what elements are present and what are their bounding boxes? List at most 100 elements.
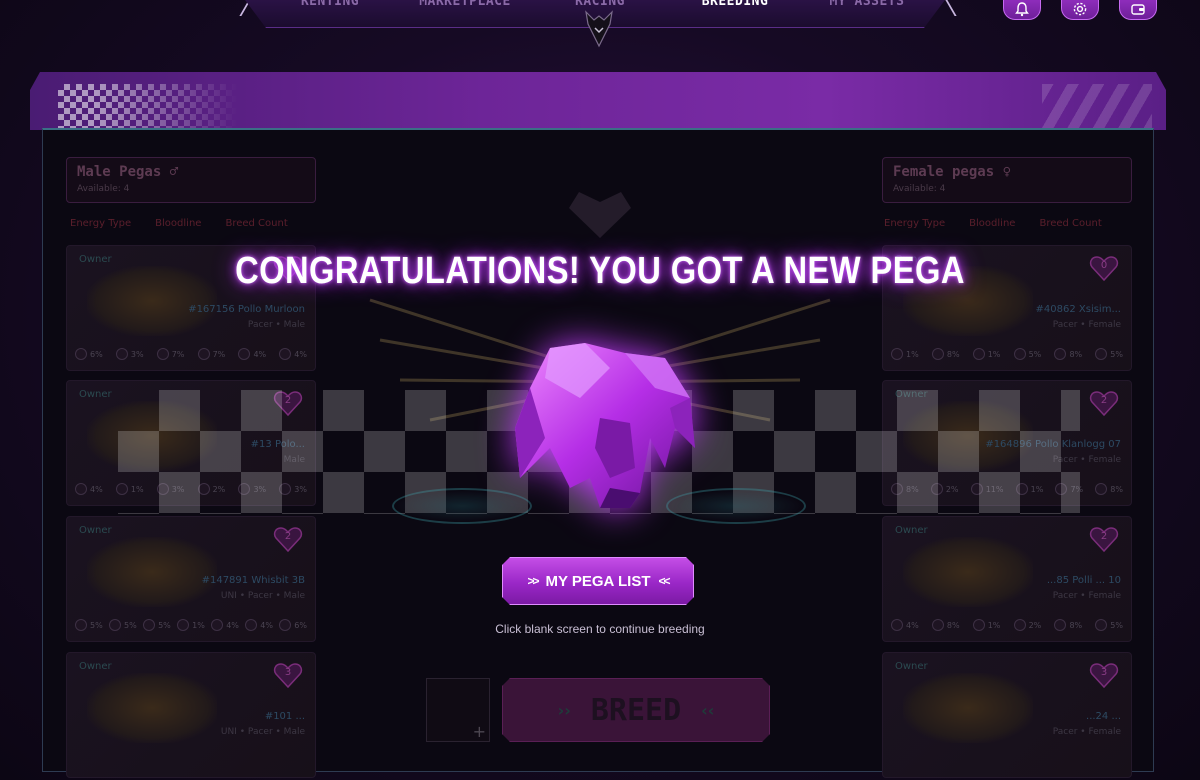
stat-value: 6% xyxy=(90,349,103,359)
male-pega-card[interactable]: Owner #101 ... UNI • Pacer • Male 3 xyxy=(66,652,316,778)
stat-item: 8% xyxy=(931,348,960,360)
stat-item: 5% xyxy=(1095,348,1123,360)
male-available-count: Available: 4 xyxy=(77,184,130,194)
pega-name: ...24 ... xyxy=(1086,711,1121,722)
breed-item-slot[interactable]: + xyxy=(426,678,490,742)
double-chevron-left-icon: ‹‹ xyxy=(701,700,715,720)
stat-value: 8% xyxy=(946,349,960,359)
pega-thumbnail xyxy=(87,673,217,743)
pega-name: #101 ... xyxy=(264,711,305,722)
double-chevron-left-icon: << xyxy=(658,574,669,588)
stat-item: 5% xyxy=(1013,348,1042,360)
continue-hint[interactable]: Click blank screen to continue breeding xyxy=(0,622,1200,636)
pega-name: #167156 Pollo Murloon xyxy=(188,304,305,315)
pega-stats xyxy=(75,751,307,771)
stat-icon xyxy=(197,348,210,360)
breed-count-value: 2 xyxy=(284,531,292,542)
stat-value: 7% xyxy=(171,349,185,359)
female-pegas-header: Female pegas ♀ Available: 4 xyxy=(882,157,1132,203)
stat-icon xyxy=(75,348,87,360)
stat-value: 8% xyxy=(1069,349,1083,359)
pega-meta: UNI • Pacer • Male xyxy=(220,727,305,737)
stat-value: 5% xyxy=(1110,349,1123,359)
breed-button[interactable]: ›› BREED ‹‹ xyxy=(502,678,770,742)
my-pega-list-label: MY PEGA LIST xyxy=(545,572,651,590)
female-filters: Energy Type Bloodline Breed Count xyxy=(884,218,1102,232)
female-filter-breed-count[interactable]: Breed Count xyxy=(1039,218,1101,232)
owner-label: Owner xyxy=(895,525,928,536)
stat-item: 4% xyxy=(279,348,307,360)
stat-icon xyxy=(238,348,251,360)
stat-value: 4% xyxy=(253,349,267,359)
breed-count-value: 2 xyxy=(1100,395,1108,406)
stat-value: 1% xyxy=(987,349,1001,359)
tab-marketplace[interactable]: MARKETPLACE xyxy=(410,0,520,12)
stat-icon xyxy=(931,348,944,360)
female-available-count: Available: 4 xyxy=(893,184,946,194)
stat-item: 7% xyxy=(197,348,226,360)
wallet-button[interactable] xyxy=(1119,0,1157,20)
stat-value: 5% xyxy=(1028,349,1042,359)
male-filter-breed-count[interactable]: Breed Count xyxy=(225,218,287,232)
stat-icon xyxy=(1013,348,1026,360)
owner-label: Owner xyxy=(79,525,112,536)
nav-edge-right xyxy=(945,0,967,16)
stat-item: 8% xyxy=(1095,483,1123,495)
pega-logo-icon xyxy=(585,10,613,48)
pega-stats: 6% 3% 7% 7% 4% 4% xyxy=(75,344,307,364)
female-filter-bloodline[interactable]: Bloodline xyxy=(969,218,1015,232)
male-filters: Energy Type Bloodline Breed Count xyxy=(70,218,288,232)
owner-label: Owner xyxy=(79,389,112,400)
stat-item: 7% xyxy=(156,348,185,360)
pega-thumbnail xyxy=(903,537,1033,607)
wallet-icon xyxy=(1131,4,1145,15)
stat-icon xyxy=(115,348,128,360)
settings-button[interactable] xyxy=(1061,0,1099,20)
stat-item: 4% xyxy=(75,483,103,495)
stat-icon xyxy=(279,348,292,360)
checkered-flag-pattern xyxy=(58,84,238,130)
pega-stats: 1% 8% 1% 5% 8% 5% xyxy=(891,344,1123,364)
male-filter-energy[interactable]: Energy Type xyxy=(70,218,131,232)
pega-meta: Pacer • Female xyxy=(1052,727,1121,737)
tab-my-assets[interactable]: MY ASSETS xyxy=(822,0,912,12)
header-stripes xyxy=(1042,84,1152,130)
pega-meta: Pacer • Female xyxy=(1052,320,1121,330)
notifications-button[interactable] xyxy=(1003,0,1041,20)
stat-item: 1% xyxy=(972,348,1001,360)
pega-thumbnail xyxy=(903,673,1033,743)
stat-value: 3% xyxy=(130,349,144,359)
double-chevron-right-icon: ›› xyxy=(557,700,571,720)
stat-item: 3% xyxy=(115,348,144,360)
pega-meta: Pacer • Female xyxy=(1052,591,1121,601)
pega-stats xyxy=(891,751,1123,771)
female-filter-energy[interactable]: Energy Type xyxy=(884,218,945,232)
tab-breeding[interactable]: BREEDING xyxy=(690,0,780,12)
tab-renting[interactable]: RENTING xyxy=(290,0,370,12)
pega-thumbnail xyxy=(87,537,217,607)
plus-icon: + xyxy=(472,722,486,741)
stat-item: 6% xyxy=(75,348,103,360)
stat-item: 4% xyxy=(238,348,266,360)
gear-icon xyxy=(1073,2,1087,16)
stat-icon xyxy=(1095,348,1108,360)
bell-icon xyxy=(1015,2,1029,17)
female-pega-card[interactable]: Owner ...24 ... Pacer • Female 3 xyxy=(882,652,1132,778)
stat-icon xyxy=(1095,483,1108,495)
stat-value: 4% xyxy=(294,349,307,359)
male-filter-bloodline[interactable]: Bloodline xyxy=(155,218,201,232)
breed-count-value: 3 xyxy=(1100,667,1108,678)
stat-value: 8% xyxy=(1110,484,1123,494)
stat-item: 1% xyxy=(891,348,919,360)
breed-button-label: BREED xyxy=(590,692,682,728)
male-pegas-title: Male Pegas ♂ xyxy=(77,164,179,180)
stat-item: 8% xyxy=(1054,348,1082,360)
male-pegas-header: Male Pegas ♂ Available: 4 xyxy=(66,157,316,203)
pega-name: ...85 Polli ... 10 xyxy=(1046,575,1121,586)
stat-value: 7% xyxy=(212,349,226,359)
my-pega-list-button[interactable]: >> MY PEGA LIST << xyxy=(502,557,694,605)
female-pegas-title: Female pegas ♀ xyxy=(893,164,1012,180)
pega-meta: Pacer • Male xyxy=(247,320,305,330)
heart-icon xyxy=(569,192,631,238)
pega-name: #40862 Xsisim... xyxy=(1035,304,1121,315)
